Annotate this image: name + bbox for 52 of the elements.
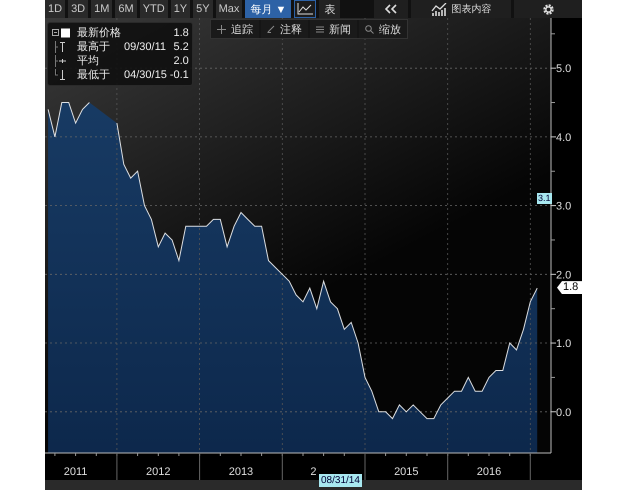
range-button[interactable]: 5Y	[193, 0, 213, 18]
list-icon	[316, 26, 324, 32]
legend-value: 2.0	[172, 54, 189, 68]
range-button[interactable]: 1Y	[170, 0, 190, 18]
year-label: 2015	[394, 466, 419, 478]
y-axis-label: 2.0	[556, 269, 572, 282]
range-button[interactable]: Max	[216, 0, 242, 18]
line-chart-icon	[297, 3, 314, 15]
legend-label: 最新价格	[77, 26, 121, 40]
legend-label: 平均	[77, 54, 100, 68]
y-axis-label: 3.0	[556, 200, 572, 213]
y-axis-label: 4.0	[556, 132, 572, 144]
range-button[interactable]: YTD	[140, 0, 168, 18]
y-axis-label: 5.0	[556, 63, 572, 76]
chart-contents-button[interactable]: 图表内容	[411, 0, 511, 18]
year-label: 2011	[64, 466, 88, 478]
year-label: 2	[310, 466, 317, 478]
legend-value: -0.1	[170, 68, 189, 82]
gear-icon	[542, 2, 554, 16]
y-axis-label: 1.0	[556, 338, 572, 350]
cursor-value-tag: 3.1	[537, 192, 552, 204]
frequency-dropdown[interactable]: 每月 ▼	[245, 0, 292, 18]
y-axis-label: 0.0	[556, 406, 572, 419]
range-button[interactable]: 6M	[115, 0, 137, 18]
range-button[interactable]: 1D	[45, 0, 66, 18]
settings-button[interactable]	[514, 0, 582, 18]
legend-value: 1.8	[172, 26, 189, 40]
collapse-button[interactable]	[374, 0, 408, 18]
cursor-date-tag: 08/31/14	[319, 474, 362, 487]
collapse-series-icon[interactable]	[52, 28, 72, 38]
legend-value: 5.2	[172, 40, 189, 54]
last-value-tag: 1.8	[557, 281, 582, 294]
line-chart-button[interactable]	[294, 0, 316, 18]
range-button[interactable]: 1M	[91, 0, 112, 18]
tool-button[interactable]: 缩放	[359, 20, 407, 38]
legend-label: 最高于	[77, 40, 111, 54]
tool-button[interactable]: 注释	[261, 20, 308, 38]
chart-icon	[430, 2, 446, 16]
year-label: 2016	[476, 466, 502, 478]
tool-button[interactable]: 新闻	[310, 20, 357, 38]
legend-date: 09/30/11	[124, 40, 167, 54]
pencil-icon	[267, 25, 275, 33]
crosshair-icon	[217, 24, 226, 34]
tool-button[interactable]: 追踪	[211, 20, 259, 38]
search-icon	[365, 24, 374, 34]
double-chevron-icon	[385, 4, 397, 14]
legend-date: 04/30/15	[124, 68, 167, 82]
year-label: 2012	[146, 466, 171, 478]
legend-label: 最低于	[77, 68, 111, 82]
year-label: 2013	[228, 466, 254, 478]
range-button[interactable]: 3D	[68, 0, 88, 18]
table-button[interactable]: 表	[319, 0, 340, 18]
